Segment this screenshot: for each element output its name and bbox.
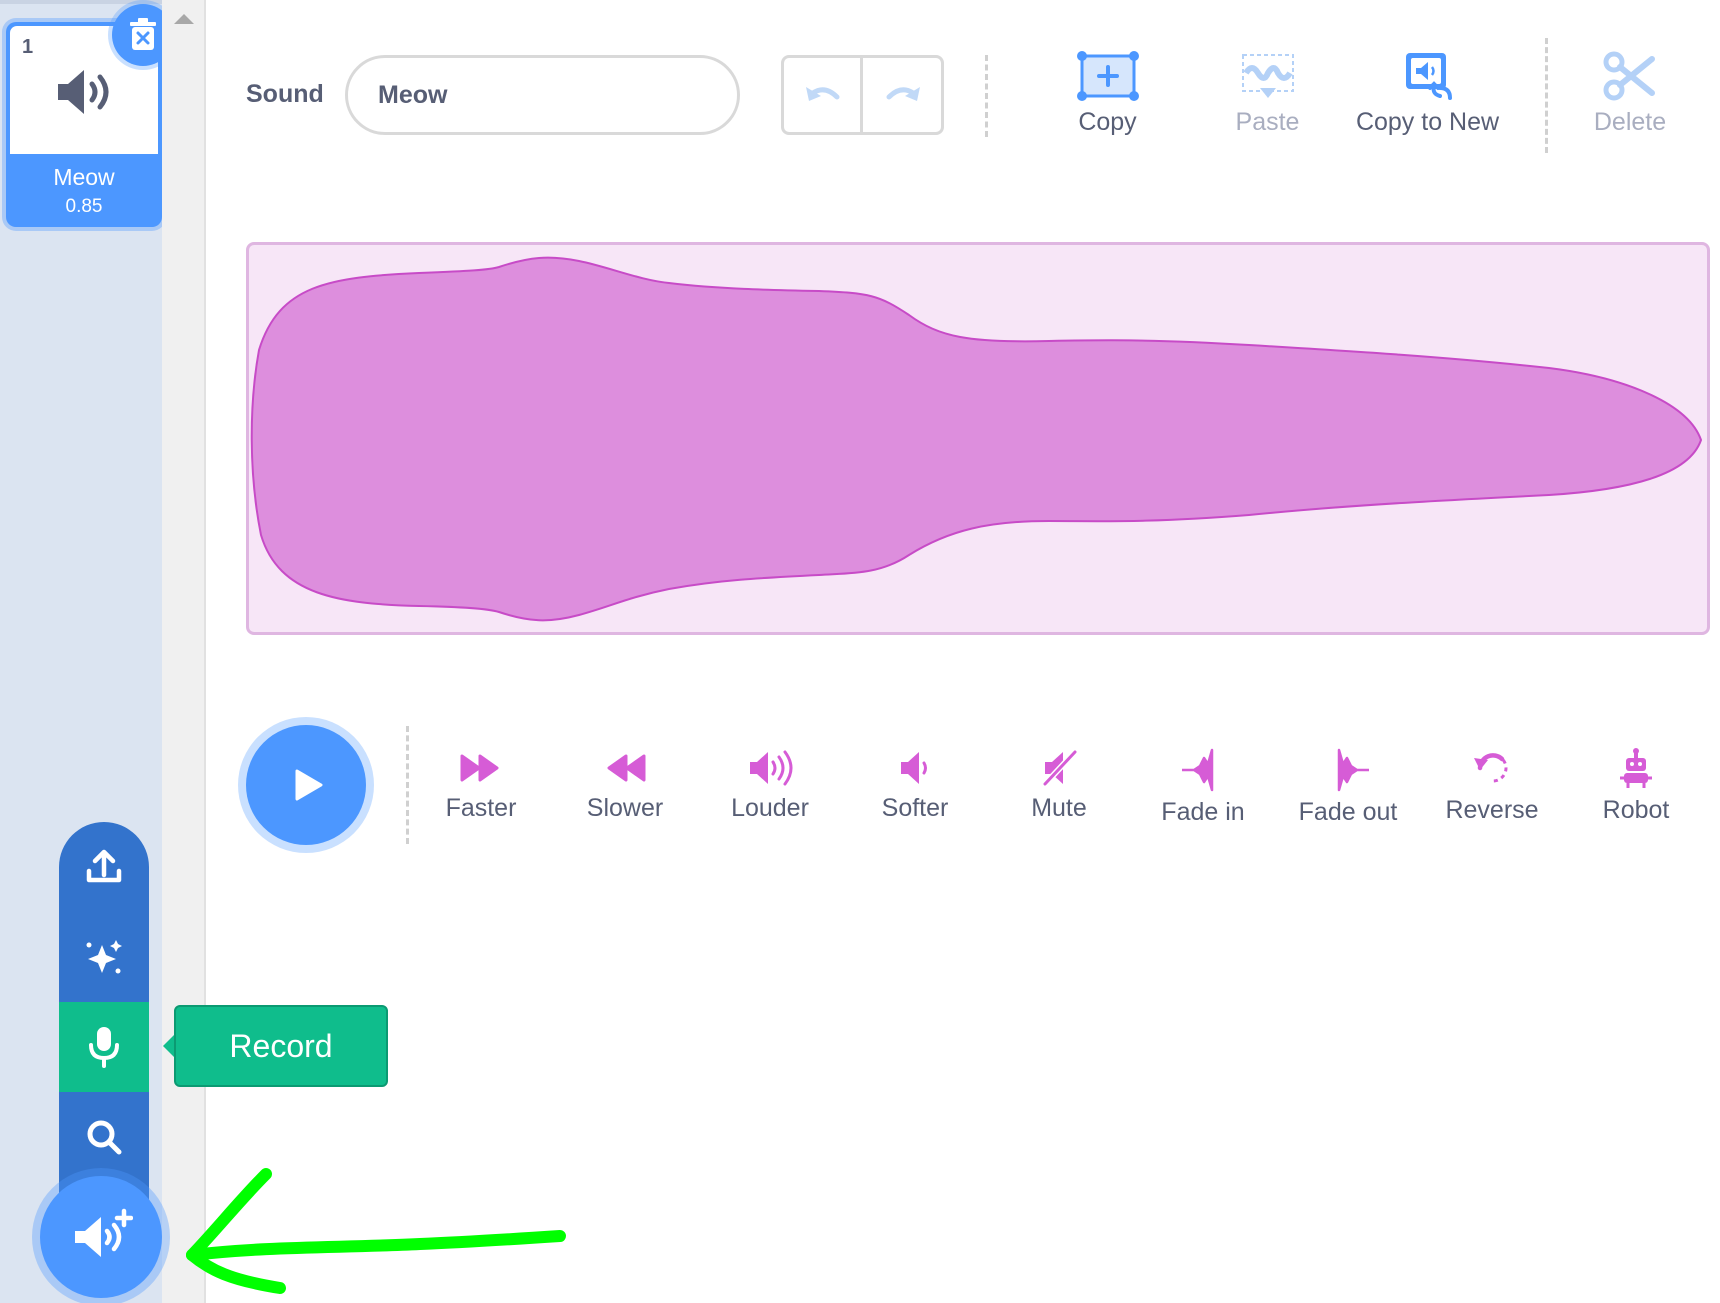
sound-editor: 1 Meow 0.85 Record Sound Meow Copy Paste… (0, 0, 1720, 1303)
softer-button[interactable]: Softer (850, 748, 980, 823)
choose-sound-button[interactable] (59, 1092, 149, 1182)
scissors-icon (1603, 51, 1655, 101)
softer-label: Softer (881, 794, 949, 822)
sparkle-icon (86, 940, 122, 974)
fade-out-label: Fade out (1298, 798, 1398, 826)
surprise-button[interactable] (59, 912, 149, 1002)
louder-icon (750, 750, 793, 786)
undo-button[interactable] (784, 58, 863, 132)
reverse-icon (1474, 753, 1508, 783)
fade-in-icon (1182, 748, 1214, 792)
paste-icon (1241, 54, 1294, 98)
fast-forward-icon (460, 754, 499, 782)
mute-label: Mute (1031, 794, 1087, 822)
upload-sound-button[interactable] (59, 822, 149, 912)
sound-tile-duration: 0.85 (65, 196, 103, 217)
add-sound-button[interactable] (40, 1176, 162, 1298)
slower-label: Slower (586, 794, 664, 822)
undo-redo-group (781, 55, 944, 135)
copy-icon (1076, 51, 1139, 101)
upload-icon (86, 849, 122, 883)
trash-icon (130, 18, 156, 50)
search-icon (87, 1120, 122, 1155)
copy-to-new-label: Copy to New (1355, 108, 1500, 136)
mute-icon (1042, 749, 1078, 787)
copy-button[interactable]: Copy (1040, 50, 1175, 137)
play-icon (295, 769, 323, 801)
redo-button[interactable] (864, 58, 943, 132)
play-button[interactable] (246, 725, 366, 845)
redo-icon (886, 87, 920, 101)
fade-in-button[interactable]: Fade in (1138, 748, 1268, 827)
fade-out-button[interactable]: Fade out (1283, 748, 1413, 827)
waveform-editor[interactable] (246, 242, 1710, 635)
delete-label: Delete (1593, 108, 1667, 136)
sound-number: 1 (22, 36, 34, 58)
delete-button[interactable]: Delete (1560, 50, 1700, 137)
fade-in-label: Fade in (1161, 798, 1245, 826)
robot-label: Robot (1602, 796, 1670, 824)
waveform (250, 256, 1703, 622)
record-button[interactable] (59, 1002, 149, 1092)
annotation-arrow (186, 1168, 566, 1294)
copy-label: Copy (1078, 108, 1137, 136)
slower-button[interactable]: Slower (560, 748, 690, 823)
undo-icon (806, 87, 840, 101)
paste-label: Paste (1235, 108, 1300, 136)
microphone-icon (89, 1027, 119, 1068)
effects-divider (406, 726, 409, 844)
sound-name-input[interactable] (345, 55, 740, 135)
copy-to-new-icon (1405, 53, 1452, 100)
robot-icon (1620, 748, 1652, 788)
louder-label: Louder (731, 794, 809, 822)
robot-button[interactable]: Robot (1571, 748, 1701, 825)
sound-list-scrollbar[interactable] (162, 0, 206, 1303)
sound-name-label: Sound (246, 80, 324, 108)
reverse-button[interactable]: Reverse (1427, 748, 1557, 825)
sound-tile-name: Meow (53, 164, 115, 190)
faster-button[interactable]: Faster (416, 748, 546, 823)
toolbar-divider (1545, 38, 1548, 153)
mute-button[interactable]: Mute (994, 748, 1124, 823)
speaker-icon (58, 70, 109, 114)
paste-button[interactable]: Paste (1200, 50, 1335, 137)
reverse-label: Reverse (1445, 796, 1539, 824)
add-sound-icon (75, 1208, 133, 1257)
add-sound-menu (59, 822, 149, 1212)
copy-to-new-button[interactable]: Copy to New (1340, 50, 1515, 137)
louder-button[interactable]: Louder (705, 748, 835, 823)
faster-label: Faster (445, 794, 517, 822)
scroll-up-arrow-icon[interactable] (174, 14, 194, 24)
rewind-icon (607, 754, 646, 782)
softer-icon (901, 752, 927, 784)
record-tooltip: Record (174, 1005, 388, 1087)
toolbar-divider (985, 55, 988, 137)
fade-out-icon (1337, 748, 1369, 792)
